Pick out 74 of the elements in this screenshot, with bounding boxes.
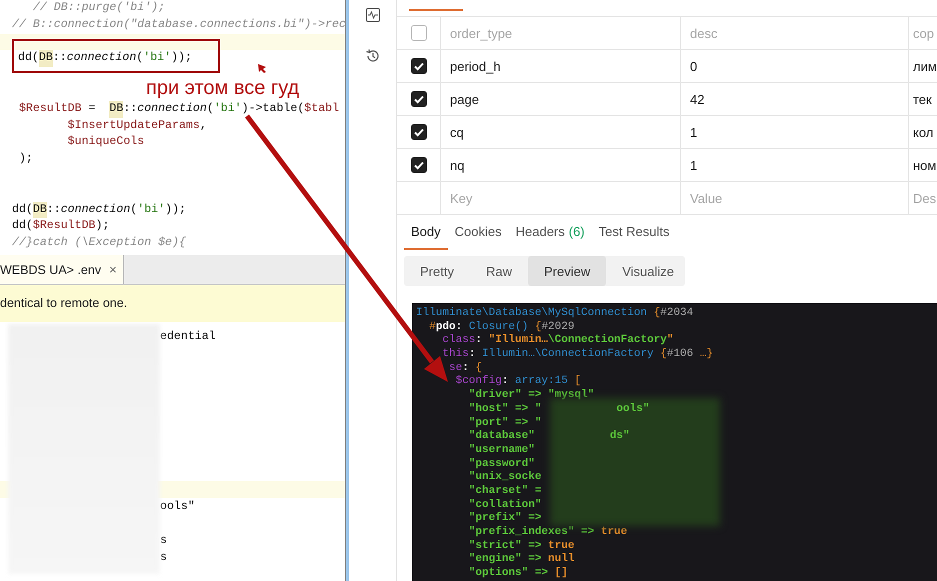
- description-field[interactable]: Des: [913, 190, 937, 206]
- dump-line: "prefix_indexes" => true: [468, 526, 628, 540]
- code-line: dd(DB::connection('bi'));: [0, 50, 345, 68]
- code-line: ools": [159, 499, 196, 515]
- param-value[interactable]: 1: [690, 158, 698, 172]
- file-tab[interactable]: WEBDS UA> .env ×: [0, 255, 124, 284]
- checkmark-icon: [412, 126, 424, 138]
- dump-line: "prefix" =>: [468, 512, 542, 526]
- dump-line: "port" => ": [468, 416, 542, 430]
- param-description[interactable]: лим: [913, 58, 937, 74]
- notice-bar: dentical to remote one.: [0, 285, 345, 322]
- param-key[interactable]: page: [450, 92, 479, 106]
- checkbox[interactable]: [410, 58, 426, 74]
- code-line: s: [159, 533, 168, 549]
- dump-line: se: {: [448, 362, 484, 375]
- code-line: $ResultDB = DB::connection('bi')->table($tabl: [0, 100, 345, 118]
- code-line: edential: [159, 329, 217, 345]
- value-field[interactable]: Value: [690, 190, 908, 206]
- checkmark-icon: [412, 159, 424, 171]
- active-tab-indicator: [409, 9, 463, 11]
- code-line: );: [18, 151, 34, 168]
- close-button[interactable]: ×: [109, 262, 117, 277]
- param-key[interactable]: nq: [450, 158, 464, 172]
- format-button[interactable]: Pretty: [404, 256, 470, 286]
- history-icon[interactable]: [364, 48, 380, 64]
- key-field[interactable]: Key: [450, 190, 680, 206]
- param-value[interactable]: 1: [690, 124, 698, 140]
- activity-icon[interactable]: [366, 8, 380, 22]
- dump-line: "host" => " ools": [468, 402, 650, 416]
- code-line: dd(DB::connection('bi'));: [0, 202, 345, 218]
- dump-line: "engine" => null: [468, 553, 576, 567]
- checkbox[interactable]: [410, 157, 426, 173]
- dump-line: this: Illumin…\ConnectionFactory {#106 …}: [441, 348, 714, 362]
- code-line: $uniqueCols: [66, 134, 146, 150]
- param-key[interactable]: cq: [450, 124, 464, 140]
- dump-line: $config: array:15 [: [454, 375, 582, 389]
- response-tab[interactable]: Headers (6): [508, 214, 592, 250]
- param-description[interactable]: кол: [913, 124, 934, 140]
- response-tab[interactable]: Cookies: [448, 214, 509, 250]
- cursor-mark-icon: [258, 64, 266, 73]
- dump-line: "options" => []: [468, 567, 569, 581]
- param-value[interactable]: 0: [690, 58, 698, 74]
- checkbox[interactable]: [410, 91, 426, 107]
- dump-line: "password": [468, 458, 536, 471]
- format-button[interactable]: Raw: [470, 256, 528, 286]
- dump-line: "username": [468, 444, 536, 458]
- code-line: $InsertUpdateParams,: [66, 118, 208, 134]
- code-line: // B::connection("database.connections.bi")->rec: [11, 16, 345, 33]
- dump-line: class: "Illumin…\ConnectionFactory": [441, 334, 674, 348]
- checkbox[interactable]: [410, 25, 426, 41]
- annotation-text: при этом все гуд: [146, 77, 300, 100]
- dump-line: "collation": [468, 498, 542, 512]
- code-line: //}catch (\Exception $e){: [11, 235, 187, 252]
- param-value[interactable]: 42: [690, 92, 704, 106]
- dump-line: "strict" => true: [468, 540, 576, 553]
- response-tab[interactable]: Test Results: [592, 214, 676, 250]
- dump-line: "database" ds": [468, 430, 631, 444]
- dump-line: #pdo: Closure() {#2029: [428, 320, 576, 334]
- format-button[interactable]: Preview: [528, 256, 606, 286]
- dump-line: Illuminate\Database\MySqlConnection {#2034: [416, 307, 694, 321]
- param-key[interactable]: period_h: [450, 58, 501, 74]
- checkbox[interactable]: [410, 124, 426, 140]
- format-button[interactable]: Visualize: [606, 256, 690, 286]
- param-description[interactable]: тек: [913, 92, 932, 106]
- dump-line: "unix_socke: [468, 471, 542, 485]
- code-line: // DB::purge('bi');: [32, 0, 166, 16]
- checkmark-icon: [412, 93, 424, 105]
- checkmark-icon: [412, 60, 424, 72]
- dump-line: "driver" => "mysql": [468, 389, 596, 403]
- code-line: dd($ResultDB);: [11, 218, 110, 234]
- dump-line: "charset" =: [468, 484, 542, 499]
- response-tab[interactable]: Body: [404, 214, 448, 250]
- param-description[interactable]: ном: [913, 158, 936, 172]
- code-line: s: [159, 550, 168, 566]
